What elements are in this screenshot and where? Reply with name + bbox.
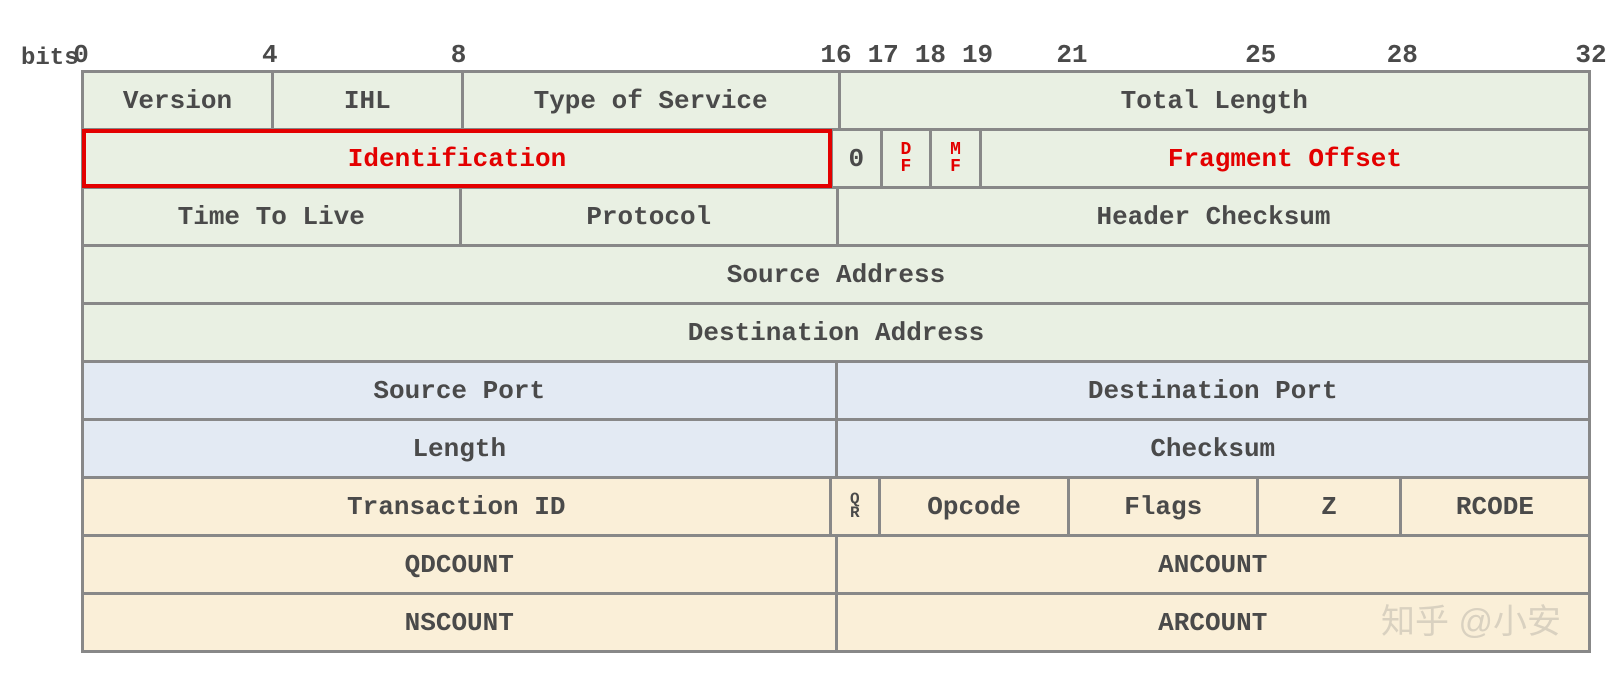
field-header-checksum: Header Checksum — [836, 189, 1588, 244]
tick-16: 16 — [820, 40, 851, 70]
axis-label: bits — [21, 45, 79, 72]
tick-17: 17 — [868, 40, 899, 70]
field-ancount: ANCOUNT — [835, 537, 1589, 592]
field-udp-checksum: Checksum — [835, 421, 1589, 476]
header-grid: Version IHL Type of Service Total Length… — [81, 70, 1591, 653]
section-label-ip: IP header — [1588, 167, 1612, 233]
field-z: Z — [1256, 479, 1399, 534]
field-qr: Q R — [829, 479, 879, 534]
tick-18: 18 — [915, 40, 946, 70]
bit-axis: bits 0481617181921252832 — [21, 20, 1591, 70]
field-fragment-offset: Fragment Offset — [979, 131, 1588, 186]
ip-row-1: Identification 0 D F M F Fragment Offset — [84, 128, 1588, 186]
dns-row-2: NSCOUNT ARCOUNT — [84, 592, 1588, 650]
field-flag-reserved: 0 — [830, 131, 880, 186]
field-nscount: NSCOUNT — [84, 595, 835, 650]
tick-21: 21 — [1056, 40, 1087, 70]
field-identification: Identification — [84, 131, 830, 186]
field-rcode: RCODE — [1399, 479, 1588, 534]
field-flags: Flags — [1067, 479, 1256, 534]
field-protocol: Protocol — [459, 189, 837, 244]
tick-32: 32 — [1575, 40, 1606, 70]
field-udp-length: Length — [84, 421, 835, 476]
field-source-port: Source Port — [84, 363, 835, 418]
field-ttl: Time To Live — [84, 189, 459, 244]
section-label-udp: UDP header — [1588, 375, 1612, 441]
field-qdcount: QDCOUNT — [84, 537, 835, 592]
tick-19: 19 — [962, 40, 993, 70]
field-tos: Type of Service — [461, 73, 838, 128]
tick-8: 8 — [451, 40, 467, 70]
ip-row-0: Version IHL Type of Service Total Length — [84, 70, 1588, 128]
field-arcount: ARCOUNT — [835, 595, 1589, 650]
field-source-address: Source Address — [84, 247, 1588, 302]
packet-header-diagram: bits 0481617181921252832 Version IHL Typ… — [21, 20, 1591, 653]
section-label-dns: DNS header — [1588, 515, 1612, 581]
field-transaction-id: Transaction ID — [84, 479, 829, 534]
dns-row-0: Transaction ID Q R Opcode Flags Z RCODE — [84, 476, 1588, 534]
field-version: Version — [84, 73, 271, 128]
ip-row-4: Destination Address — [84, 302, 1588, 360]
field-flag-mf: M F — [929, 131, 979, 186]
tick-25: 25 — [1245, 40, 1276, 70]
dns-row-1: QDCOUNT ANCOUNT DNS header — [84, 534, 1588, 592]
tick-4: 4 — [262, 40, 278, 70]
field-opcode: Opcode — [878, 479, 1067, 534]
udp-row-1: Length Checksum — [84, 418, 1588, 476]
udp-row-0: Source Port Destination Port UDP header — [84, 360, 1588, 418]
field-ihl: IHL — [271, 73, 461, 128]
ip-row-2: Time To Live Protocol Header Checksum IP… — [84, 186, 1588, 244]
field-total-length: Total Length — [838, 73, 1589, 128]
tick-0: 0 — [73, 40, 89, 70]
tick-28: 28 — [1387, 40, 1418, 70]
ip-row-3: Source Address — [84, 244, 1588, 302]
field-flag-df: D F — [880, 131, 930, 186]
field-destination-port: Destination Port — [835, 363, 1589, 418]
field-destination-address: Destination Address — [84, 305, 1588, 360]
